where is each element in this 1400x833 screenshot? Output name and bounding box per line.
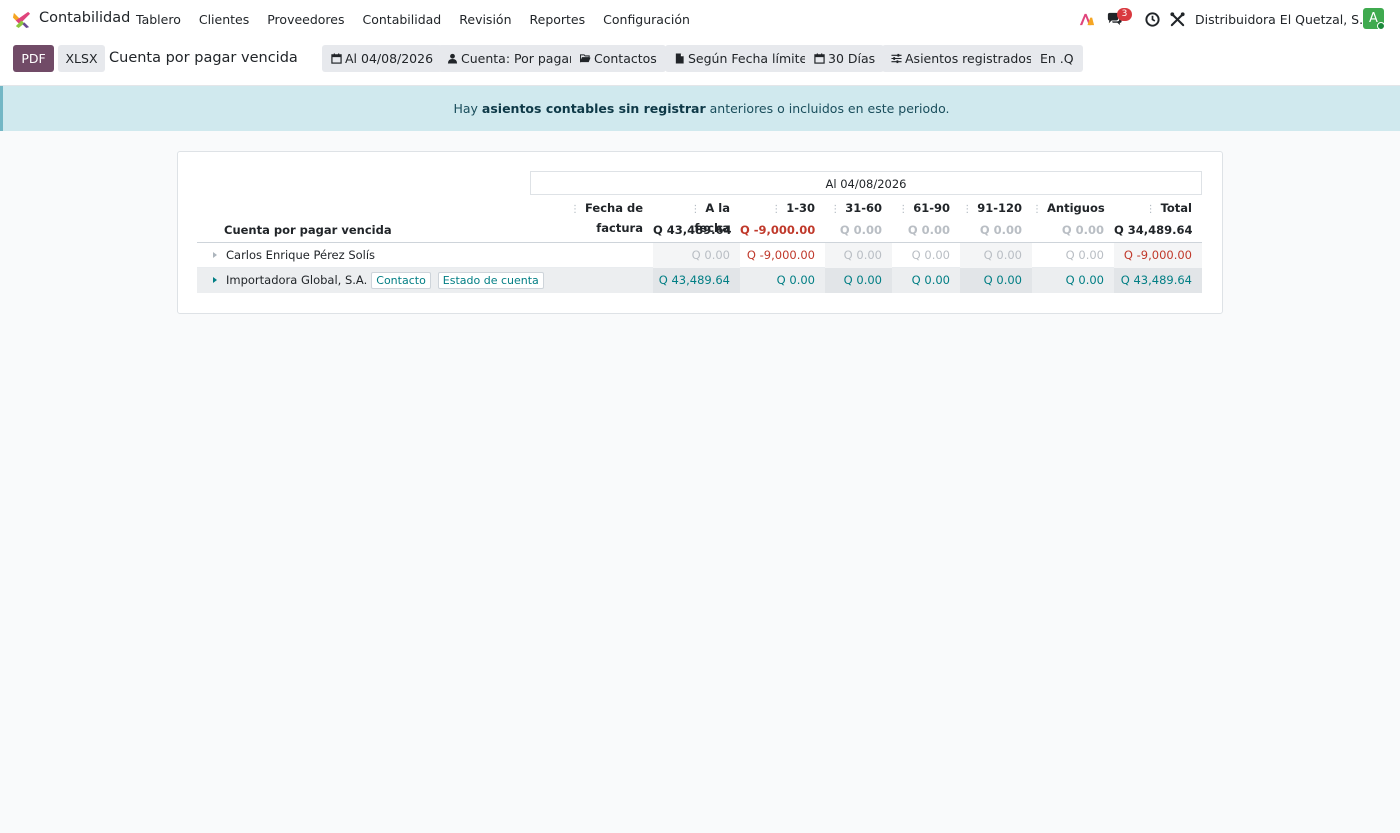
user-icon xyxy=(447,53,458,64)
table-row[interactable]: Carlos Enrique Pérez Solís Q 0.00 Q -9,0… xyxy=(197,243,1202,268)
period-length-filter-button[interactable]: 30 Días xyxy=(805,45,885,72)
col-header-31-60[interactable]: ⋮ 31-60 xyxy=(825,199,882,217)
total-cell-antiguos: Q 0.00 xyxy=(1061,223,1104,237)
table-row[interactable]: Importadora Global, S.A. Contacto Estado d… xyxy=(197,268,1202,293)
unposted-entries-link[interactable]: asientos contables sin registrar xyxy=(482,101,706,116)
partner-label[interactable]: Importadora Global, S.A. Contacto Estado d… xyxy=(197,268,544,293)
currency-filter-button[interactable]: En .Q xyxy=(1031,45,1083,72)
column-grip-icon[interactable]: ⋮ xyxy=(962,204,972,215)
total-cell-a-la-fecha: Q 43,489.64 xyxy=(653,223,732,237)
period-header: Al 04/08/2026 xyxy=(530,171,1202,195)
calendar-icon xyxy=(814,53,825,64)
aging-basis-filter-button[interactable]: Según Fecha límite xyxy=(665,45,817,72)
calendar-icon xyxy=(331,53,342,64)
date-filter-button[interactable]: Al 04/08/2026 xyxy=(322,45,443,72)
cell-1-30[interactable]: Q 0.00 xyxy=(740,268,815,293)
report-title: Cuenta por pagar vencida xyxy=(109,50,298,66)
col-header-1-30[interactable]: ⋮ 1-30 xyxy=(740,199,815,217)
total-cell-1-30: Q -9,000.00 xyxy=(740,223,816,237)
menu-item-proveedores[interactable]: Proveedores xyxy=(267,12,344,27)
cell-a-la-fecha: Q 0.00 xyxy=(691,248,730,262)
col-header-total[interactable]: ⋮ Total xyxy=(1114,199,1192,217)
column-grip-icon[interactable]: ⋮ xyxy=(771,204,781,215)
expand-caret-icon[interactable] xyxy=(213,277,217,283)
column-grip-icon[interactable]: ⋮ xyxy=(690,204,700,215)
cell-antiguos: Q 0.00 xyxy=(1065,248,1104,262)
total-row-label: Cuenta por pagar vencida xyxy=(224,223,392,237)
activity-clock-icon[interactable] xyxy=(1144,11,1161,28)
app-name[interactable]: Contabilidad xyxy=(39,10,130,26)
col-header-61-90[interactable]: ⋮ 61-90 xyxy=(892,199,950,217)
unposted-entries-alert: Hay asientos contables sin registrar ant… xyxy=(0,86,1400,131)
cell-31-60[interactable]: Q 0.00 xyxy=(825,268,882,293)
file-icon xyxy=(675,53,684,64)
col-header-a-la-fecha[interactable]: ⋮ A la fecha xyxy=(653,199,730,235)
menu-item-clientes[interactable]: Clientes xyxy=(199,12,249,27)
report-control-panel: PDF XLSX Cuenta por pagar vencida Al 04/… xyxy=(0,38,1400,86)
menu-item-revision[interactable]: Revisión xyxy=(459,12,511,27)
cell-91-120[interactable]: Q 0.00 xyxy=(960,268,1022,293)
export-xlsx-button[interactable]: XLSX xyxy=(58,45,105,72)
cell-total[interactable]: Q -9,000.00 xyxy=(1114,243,1192,268)
cell-61-90[interactable]: Q 0.00 xyxy=(892,268,950,293)
entries-filter-button[interactable]: Asientos registrados xyxy=(882,45,1042,72)
menu-item-configuracion[interactable]: Configuración xyxy=(603,12,690,27)
menu-item-reportes[interactable]: Reportes xyxy=(530,12,586,27)
col-header-antiguos[interactable]: ⋮ Antiguos xyxy=(1032,199,1105,217)
total-cell-61-90: Q 0.00 xyxy=(907,223,950,237)
cell-1-30[interactable]: Q -9,000.00 xyxy=(740,243,815,268)
debug-tools-icon[interactable] xyxy=(1169,11,1186,28)
folder-open-icon xyxy=(579,54,591,63)
cell-antiguos[interactable]: Q 0.00 xyxy=(1032,268,1104,293)
total-cell-31-60: Q 0.00 xyxy=(839,223,882,237)
ai-assistant-icon[interactable] xyxy=(1078,11,1095,28)
total-cell-91-120: Q 0.00 xyxy=(979,223,1022,237)
cell-91-120: Q 0.00 xyxy=(983,248,1022,262)
column-grip-icon[interactable]: ⋮ xyxy=(830,204,840,215)
contact-button[interactable]: Contacto xyxy=(371,272,431,289)
partner-label[interactable]: Carlos Enrique Pérez Solís xyxy=(197,243,375,268)
column-grip-icon[interactable]: ⋮ xyxy=(898,204,908,215)
account-filter-button[interactable]: Cuenta: Por pagar xyxy=(438,45,584,72)
presence-status-icon xyxy=(1377,22,1385,30)
main-menu: Tablero Clientes Proveedores Contabilida… xyxy=(136,12,690,27)
menu-item-contabilidad[interactable]: Contabilidad xyxy=(363,12,442,27)
messages-badge: 3 xyxy=(1117,8,1132,21)
sliders-icon xyxy=(891,53,902,64)
partners-filter-button[interactable]: Contactos xyxy=(571,45,666,72)
statement-button[interactable]: Estado de cuenta xyxy=(437,272,544,289)
table-row-total: Cuenta por pagar vencida Q 43,489.64 Q -… xyxy=(197,218,1202,243)
cell-total[interactable]: Q 43,489.64 xyxy=(1114,268,1192,293)
total-cell-total: Q 34,489.64 xyxy=(1114,223,1193,237)
col-header-91-120[interactable]: ⋮ 91-120 xyxy=(960,199,1022,217)
cell-a-la-fecha[interactable]: Q 43,489.64 xyxy=(653,268,730,293)
company-switcher[interactable]: Distribuidora El Quetzal, S.A. xyxy=(1195,12,1375,27)
menu-item-tablero[interactable]: Tablero xyxy=(136,12,181,27)
column-grip-icon[interactable]: ⋮ xyxy=(1146,204,1156,215)
cell-61-90: Q 0.00 xyxy=(911,248,950,262)
col-header-fecha-factura[interactable]: ⋮ Fecha de factura xyxy=(530,199,643,235)
expand-caret-icon[interactable] xyxy=(213,252,217,258)
cell-31-60: Q 0.00 xyxy=(843,248,882,262)
accounting-app-icon[interactable] xyxy=(12,10,31,29)
column-grip-icon[interactable]: ⋮ xyxy=(1032,204,1042,215)
column-grip-icon[interactable]: ⋮ xyxy=(570,204,580,215)
top-navbar: Contabilidad Tablero Clientes Proveedore… xyxy=(0,0,1400,38)
export-pdf-button[interactable]: PDF xyxy=(13,45,54,72)
